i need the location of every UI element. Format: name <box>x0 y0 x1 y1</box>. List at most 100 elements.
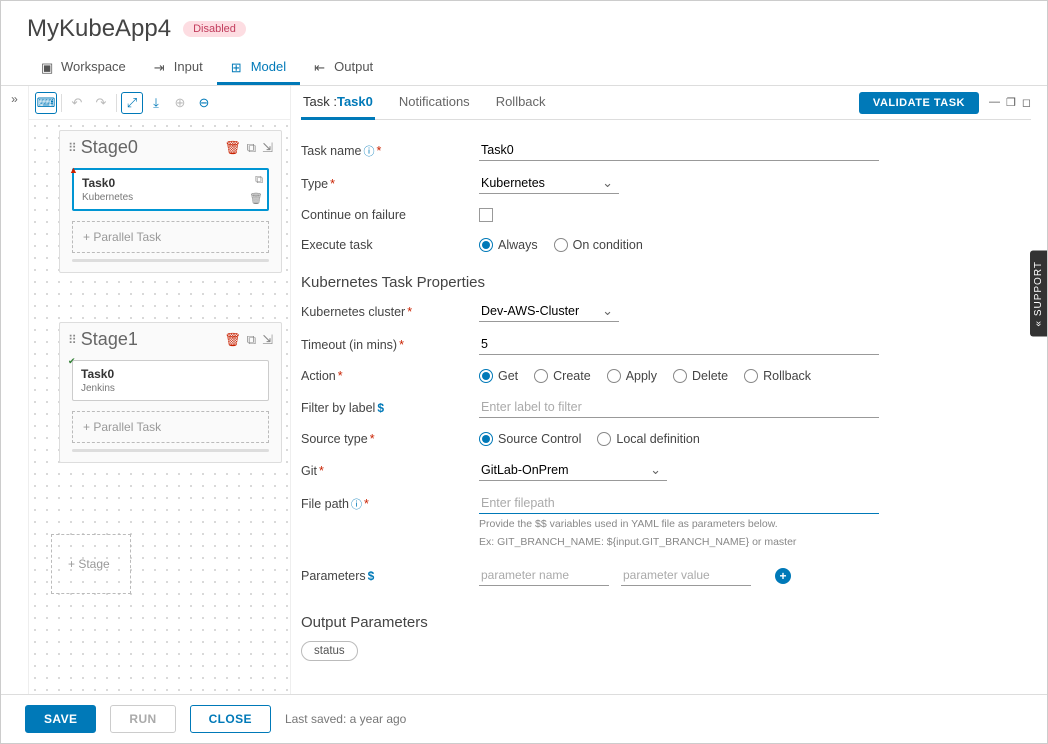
canvas-toolbar: ⌨ ↶ ↷ ⤢ ⤓ ⊕ ⊖ <box>29 86 290 120</box>
tab-input[interactable]: ⇥Input <box>140 51 217 85</box>
drag-handle-icon[interactable]: ⠿ <box>68 141 75 155</box>
add-parallel-task[interactable]: + Parallel Task <box>72 411 269 443</box>
restore-icon[interactable]: ❐ <box>1006 96 1016 109</box>
radio-get[interactable]: Get <box>479 369 518 383</box>
cluster-select[interactable] <box>479 301 619 322</box>
delete-stage-icon[interactable]: 🗑 <box>224 332 241 348</box>
variable-icon[interactable]: $ <box>377 401 384 415</box>
label-filter: Filter by label <box>301 401 375 415</box>
drag-handle-icon[interactable]: ⠿ <box>68 333 75 347</box>
filepath-input[interactable] <box>479 493 879 514</box>
tab-model[interactable]: ⊞Model <box>217 51 300 85</box>
tab-output[interactable]: ⇤Output <box>300 51 387 85</box>
param-value-input[interactable] <box>621 565 751 586</box>
copy-stage-icon[interactable]: ⧉ <box>247 140 256 156</box>
label-filepath: File path <box>301 497 349 511</box>
task-name: Task0 <box>81 367 260 381</box>
minimize-icon[interactable]: — <box>989 96 1000 109</box>
run-button[interactable]: RUN <box>110 705 175 733</box>
validate-task-button[interactable]: VALIDATE TASK <box>859 92 979 114</box>
label-git: Git <box>301 464 317 478</box>
add-parallel-task[interactable]: + Parallel Task <box>72 221 269 253</box>
redo-icon[interactable]: ↷ <box>90 92 112 114</box>
param-name-input[interactable] <box>479 565 609 586</box>
support-tab[interactable]: « SUPPORT <box>1030 251 1047 337</box>
type-select[interactable] <box>479 173 619 194</box>
copy-task-icon[interactable]: ⧉ <box>255 174 263 187</box>
task-card-1[interactable]: ✔ Task0 Jenkins <box>72 360 269 401</box>
fit-icon[interactable]: ⤢ <box>121 92 143 114</box>
keyboard-icon[interactable]: ⌨ <box>35 92 57 114</box>
chevron-right-icon: » <box>11 92 18 696</box>
canvas-column: ⌨ ↶ ↷ ⤢ ⤓ ⊕ ⊖ ⠿ Stage0 🗑 ⧉ ⇲ <box>29 86 291 696</box>
label-action: Action <box>301 369 336 383</box>
label-execute: Execute task <box>301 238 479 252</box>
zoom-in-icon[interactable]: ⊕ <box>169 92 191 114</box>
stage-card-0[interactable]: ⠿ Stage0 🗑 ⧉ ⇲ ▲ Task0 Kubernetes ⧉ 🗑 + … <box>59 130 282 273</box>
save-button[interactable]: SAVE <box>25 705 96 733</box>
label-parameters: Parameters <box>301 569 366 583</box>
undo-icon[interactable]: ↶ <box>66 92 88 114</box>
app-title: MyKubeApp4 <box>27 15 171 43</box>
subtab-task[interactable]: Task :Task0 <box>301 86 375 120</box>
section-kube-props: Kubernetes Task Properties <box>301 274 1031 291</box>
filter-by-label-input[interactable] <box>479 397 879 418</box>
footer-bar: SAVE RUN CLOSE Last saved: a year ago <box>1 694 1047 743</box>
add-parameter-button[interactable]: + <box>775 568 791 584</box>
filepath-hint2: Ex: GIT_BRANCH_NAME: ${input.GIT_BRANCH_… <box>479 536 1031 550</box>
model-icon: ⊞ <box>231 60 245 74</box>
label-type: Type <box>301 177 328 191</box>
radio-apply[interactable]: Apply <box>607 369 657 383</box>
output-icon: ⇤ <box>314 60 328 74</box>
status-badge: Disabled <box>183 21 246 37</box>
ok-marker-icon: ✔ <box>68 356 76 367</box>
more-stage-icon[interactable]: ⇲ <box>262 140 273 156</box>
output-param-chip[interactable]: status <box>301 641 358 661</box>
maximize-icon[interactable]: ◻ <box>1022 96 1031 109</box>
task-type: Kubernetes <box>82 192 259 203</box>
continue-on-failure-checkbox[interactable] <box>479 208 493 222</box>
radio-rollback[interactable]: Rollback <box>744 369 811 383</box>
tab-workspace[interactable]: ▣Workspace <box>27 51 140 85</box>
label-timeout: Timeout (in mins) <box>301 338 397 352</box>
radio-delete[interactable]: Delete <box>673 369 728 383</box>
git-select[interactable] <box>479 460 667 481</box>
label-taskname: Task name <box>301 144 361 158</box>
variable-icon[interactable]: $ <box>368 569 375 583</box>
sidebar-toggle[interactable]: » <box>1 86 29 696</box>
label-sourcetype: Source type <box>301 432 368 446</box>
more-stage-icon[interactable]: ⇲ <box>262 332 273 348</box>
delete-stage-icon[interactable]: 🗑 <box>224 140 241 156</box>
subtab-notifications[interactable]: Notifications <box>397 86 472 120</box>
close-button[interactable]: CLOSE <box>190 705 271 733</box>
radio-always[interactable]: Always <box>479 238 538 252</box>
stage-card-1[interactable]: ⠿ Stage1 🗑 ⧉ ⇲ ✔ Task0 Jenkins + Paralle… <box>59 322 282 463</box>
subtab-rollback[interactable]: Rollback <box>494 86 548 120</box>
task-card-0[interactable]: ▲ Task0 Kubernetes ⧉ 🗑 <box>72 168 269 211</box>
workspace-icon: ▣ <box>41 60 55 74</box>
radio-create[interactable]: Create <box>534 369 591 383</box>
radio-local-def[interactable]: Local definition <box>597 432 699 446</box>
info-icon[interactable]: ⓘ <box>351 499 362 511</box>
label-cluster: Kubernetes cluster <box>301 305 405 319</box>
label-continue: Continue on failure <box>301 208 479 222</box>
stage-title: Stage0 <box>81 137 218 158</box>
input-icon: ⇥ <box>154 60 168 74</box>
task-name: Task0 <box>82 176 259 190</box>
delete-task-icon[interactable]: 🗑 <box>249 192 263 205</box>
add-stage[interactable]: + Stage <box>51 534 131 594</box>
radio-source-control[interactable]: Source Control <box>479 432 581 446</box>
filepath-hint1: Provide the $$ variables used in YAML fi… <box>479 518 1031 532</box>
last-saved-text: Last saved: a year ago <box>285 712 406 726</box>
warning-marker-icon: ▲ <box>69 165 78 175</box>
timeout-input[interactable] <box>479 334 879 355</box>
page-header: MyKubeApp4 Disabled <box>1 1 1047 51</box>
pipeline-canvas[interactable]: ⠿ Stage0 🗑 ⧉ ⇲ ▲ Task0 Kubernetes ⧉ 🗑 + … <box>29 120 290 696</box>
task-type: Jenkins <box>81 383 260 394</box>
info-icon[interactable]: ⓘ <box>363 146 374 158</box>
download-icon[interactable]: ⤓ <box>145 92 167 114</box>
task-name-input[interactable] <box>479 140 879 161</box>
copy-stage-icon[interactable]: ⧉ <box>247 332 256 348</box>
radio-on-condition[interactable]: On condition <box>554 238 643 252</box>
zoom-out-icon[interactable]: ⊖ <box>193 92 215 114</box>
